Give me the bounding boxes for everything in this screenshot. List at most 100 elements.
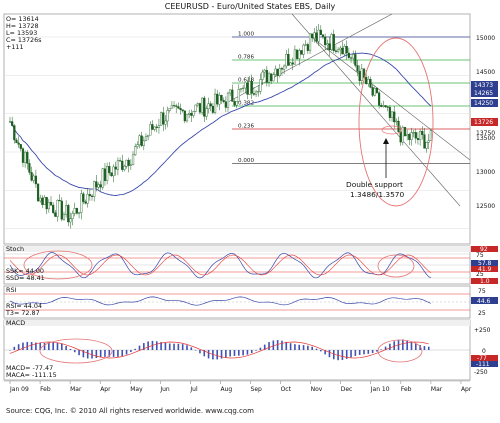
candle-body	[339, 47, 342, 51]
candle-body	[220, 95, 223, 101]
candle-body	[170, 105, 173, 109]
macd-bar	[30, 342, 33, 350]
time-tick-label: Jan 10	[370, 386, 390, 393]
candle-body	[179, 107, 182, 110]
macd-bar	[147, 341, 149, 350]
macd-bar	[125, 350, 128, 355]
macd-tick: -250	[474, 369, 488, 376]
macd-bar	[130, 350, 132, 352]
candle-body	[278, 68, 281, 77]
price-axis: 15000 14500 14000 13500 13000 12500 1437…	[471, 35, 498, 210]
macd-bar	[367, 350, 370, 354]
macd-bar	[220, 350, 223, 359]
time-tick-label: Feb	[401, 386, 412, 393]
stoch-readout: SSD= 48.41	[6, 274, 45, 282]
candle-body	[382, 105, 385, 107]
candle-body	[162, 112, 165, 125]
macd-bar	[134, 348, 136, 350]
macd-badge-text: -111	[476, 361, 490, 368]
candle-body	[399, 131, 402, 143]
candle-body	[373, 88, 376, 96]
candle-body	[43, 197, 46, 205]
candle-body	[192, 111, 195, 116]
candle-body	[52, 204, 55, 213]
candle-body	[304, 44, 307, 46]
candle-body	[246, 82, 249, 95]
macd-panel: MACD MACD= -77.47 MACA= -111.15 +250 0 -…	[3, 319, 498, 381]
candle-body	[388, 107, 391, 118]
price-badge-text: 14373	[474, 82, 493, 89]
macd-bar	[393, 341, 396, 350]
macd-bar	[354, 350, 357, 356]
candle-body	[300, 50, 303, 55]
fib-level-label: 0.000	[238, 158, 254, 164]
candle-body	[380, 105, 383, 107]
candle-body	[60, 200, 63, 220]
candle-body	[259, 79, 262, 92]
macd-bar	[65, 346, 67, 350]
candle-body	[151, 124, 154, 130]
chart-title: CEEURUSD - Euro/United States EBS, Daily	[165, 2, 336, 11]
price-tick: 12500	[476, 203, 495, 210]
price-tick: 15000	[476, 35, 495, 42]
rsi-readout: T3= 72.87	[5, 309, 40, 317]
macd-bar	[389, 343, 391, 350]
macd-bar	[186, 345, 188, 350]
macd-bar	[216, 350, 219, 360]
macd-bar	[86, 350, 89, 359]
candle-body	[185, 114, 189, 122]
candle-body	[429, 130, 433, 141]
candle-body	[416, 138, 420, 140]
candle-body	[82, 193, 85, 203]
stoch-title: Stoch	[6, 245, 24, 253]
macd-bar	[22, 342, 24, 350]
macd-bar	[320, 350, 322, 352]
macd-bar	[48, 342, 50, 350]
candle-body	[341, 47, 344, 55]
macd-bar	[341, 350, 344, 360]
time-tick-label: Jul	[189, 386, 198, 393]
candle-body	[421, 131, 424, 135]
time-tick-label: Dec	[341, 386, 353, 393]
candle-body	[86, 194, 89, 204]
macd-bar	[155, 341, 158, 350]
candle-body	[317, 29, 320, 42]
candle-body	[159, 112, 163, 126]
macd-bar	[61, 343, 63, 350]
price-badge-text: 13726	[474, 119, 493, 126]
candle-body	[375, 88, 379, 94]
price-tick: 13000	[476, 169, 495, 176]
macd-bar	[302, 345, 305, 350]
candle-body	[283, 65, 286, 70]
candle-body	[155, 126, 158, 128]
candle-body	[354, 54, 357, 66]
candle-body	[77, 212, 81, 214]
candle-body	[332, 34, 335, 51]
candle-body	[207, 103, 210, 109]
candle-body	[216, 93, 219, 105]
annotation-line-2: 1.3486/1.3570	[350, 190, 405, 199]
candle-body	[112, 166, 115, 177]
candle-body	[34, 175, 38, 185]
candle-body	[235, 101, 238, 106]
candle-body	[336, 49, 340, 52]
candle-body	[233, 101, 236, 106]
time-axis: Jan 09 Feb Mar Apr May Jun Jul Aug Sep Oct Nov Dec J…	[4, 380, 472, 393]
candle-body	[352, 54, 355, 59]
fib-level-label: 0.786	[238, 55, 254, 61]
macd-bar	[190, 347, 193, 350]
macd-bar	[168, 343, 171, 350]
rsi-panel: RSI RSI= 44.04 T3= 72.87 75 25 44.6	[3, 285, 498, 319]
candle-body	[419, 131, 422, 140]
candle-body	[24, 151, 27, 163]
candle-body	[423, 134, 426, 149]
macd-bar	[237, 350, 240, 356]
candle-body	[244, 82, 247, 89]
stoch-badge-text: 41.9	[478, 266, 492, 273]
macd-bar	[332, 350, 335, 360]
candle-body	[308, 33, 312, 51]
candle-body	[157, 125, 161, 128]
candle-body	[127, 159, 130, 166]
macd-bar	[281, 340, 283, 350]
candle-body	[393, 111, 396, 123]
